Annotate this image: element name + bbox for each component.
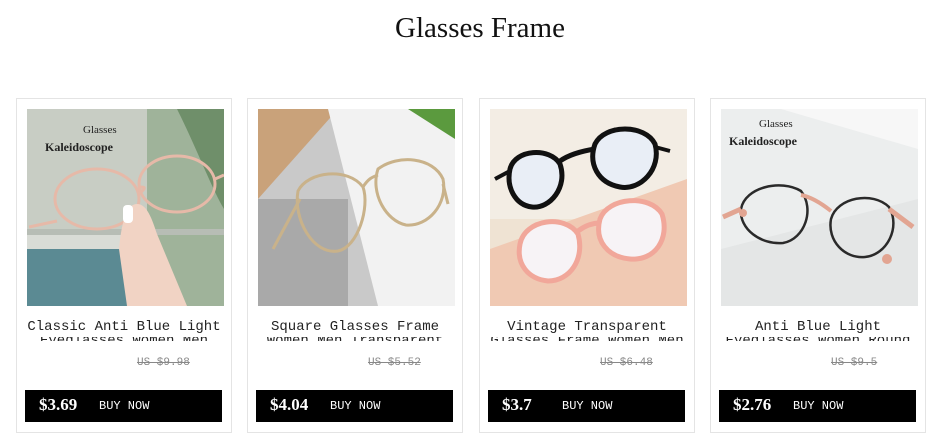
buy-now-button[interactable]: $2.76 BUY NOW <box>719 390 916 422</box>
brand-logo: Glasses Kaleidoscope <box>45 124 117 154</box>
product-card[interactable]: Glasses Kaleidoscope Classic Anti Blue L… <box>16 98 232 433</box>
buy-now-label: BUY NOW <box>99 399 150 413</box>
product-name[interactable]: Square Glasses Frame <box>254 317 456 339</box>
product-name-line2: Women Men Transparent <box>254 337 456 341</box>
product-name[interactable]: Classic Anti Blue Light <box>23 317 225 339</box>
sale-price: $3.69 <box>39 395 78 414</box>
buy-now-button[interactable]: $4.04 BUY NOW <box>256 390 453 422</box>
buy-now-label: BUY NOW <box>562 399 613 413</box>
buy-now-button[interactable]: $3.7 BUY NOW <box>488 390 685 422</box>
buy-now-button[interactable]: $3.69 BUY NOW <box>25 390 222 422</box>
product-image[interactable]: Glasses Kaleidoscope <box>721 109 918 306</box>
sale-price: $3.7 <box>502 395 532 414</box>
original-price: US $6.48 <box>600 357 653 369</box>
svg-text:Kaleidoscope: Kaleidoscope <box>729 134 798 148</box>
original-price: US $5.52 <box>368 357 421 369</box>
product-image[interactable] <box>490 109 687 306</box>
svg-text:Kaleidoscope: Kaleidoscope <box>45 140 114 154</box>
svg-text:Glasses: Glasses <box>759 118 793 130</box>
sale-price: $4.04 <box>270 395 309 414</box>
original-price: US $9.98 <box>137 357 190 369</box>
product-image[interactable] <box>258 109 455 306</box>
product-name[interactable]: Anti Blue Light <box>717 317 919 339</box>
buy-now-label: BUY NOW <box>330 399 381 413</box>
buy-now-label: BUY NOW <box>793 399 844 413</box>
product-name-line2: Eyeglasses Women Round <box>717 337 919 341</box>
product-name[interactable]: Vintage Transparent <box>486 317 688 339</box>
product-name-line2: Eyeglasses Women Men <box>23 337 225 341</box>
sale-price: $2.76 <box>733 395 772 414</box>
original-price: US $9.5 <box>831 357 878 369</box>
page-title: Glasses Frame <box>395 12 565 44</box>
product-card[interactable]: Vintage Transparent Glasses Frame Women … <box>479 98 695 433</box>
svg-text:Glasses: Glasses <box>83 124 117 136</box>
product-image[interactable]: Glasses Kaleidoscope <box>27 109 224 306</box>
brand-logo: Glasses Kaleidoscope <box>729 118 798 148</box>
product-card[interactable]: Square Glasses Frame Women Men Transpare… <box>247 98 463 433</box>
product-name-line2: Glasses Frame Women Men <box>486 337 688 341</box>
product-card[interactable]: Glasses Kaleidoscope Anti Blue Light Eye… <box>710 98 926 433</box>
